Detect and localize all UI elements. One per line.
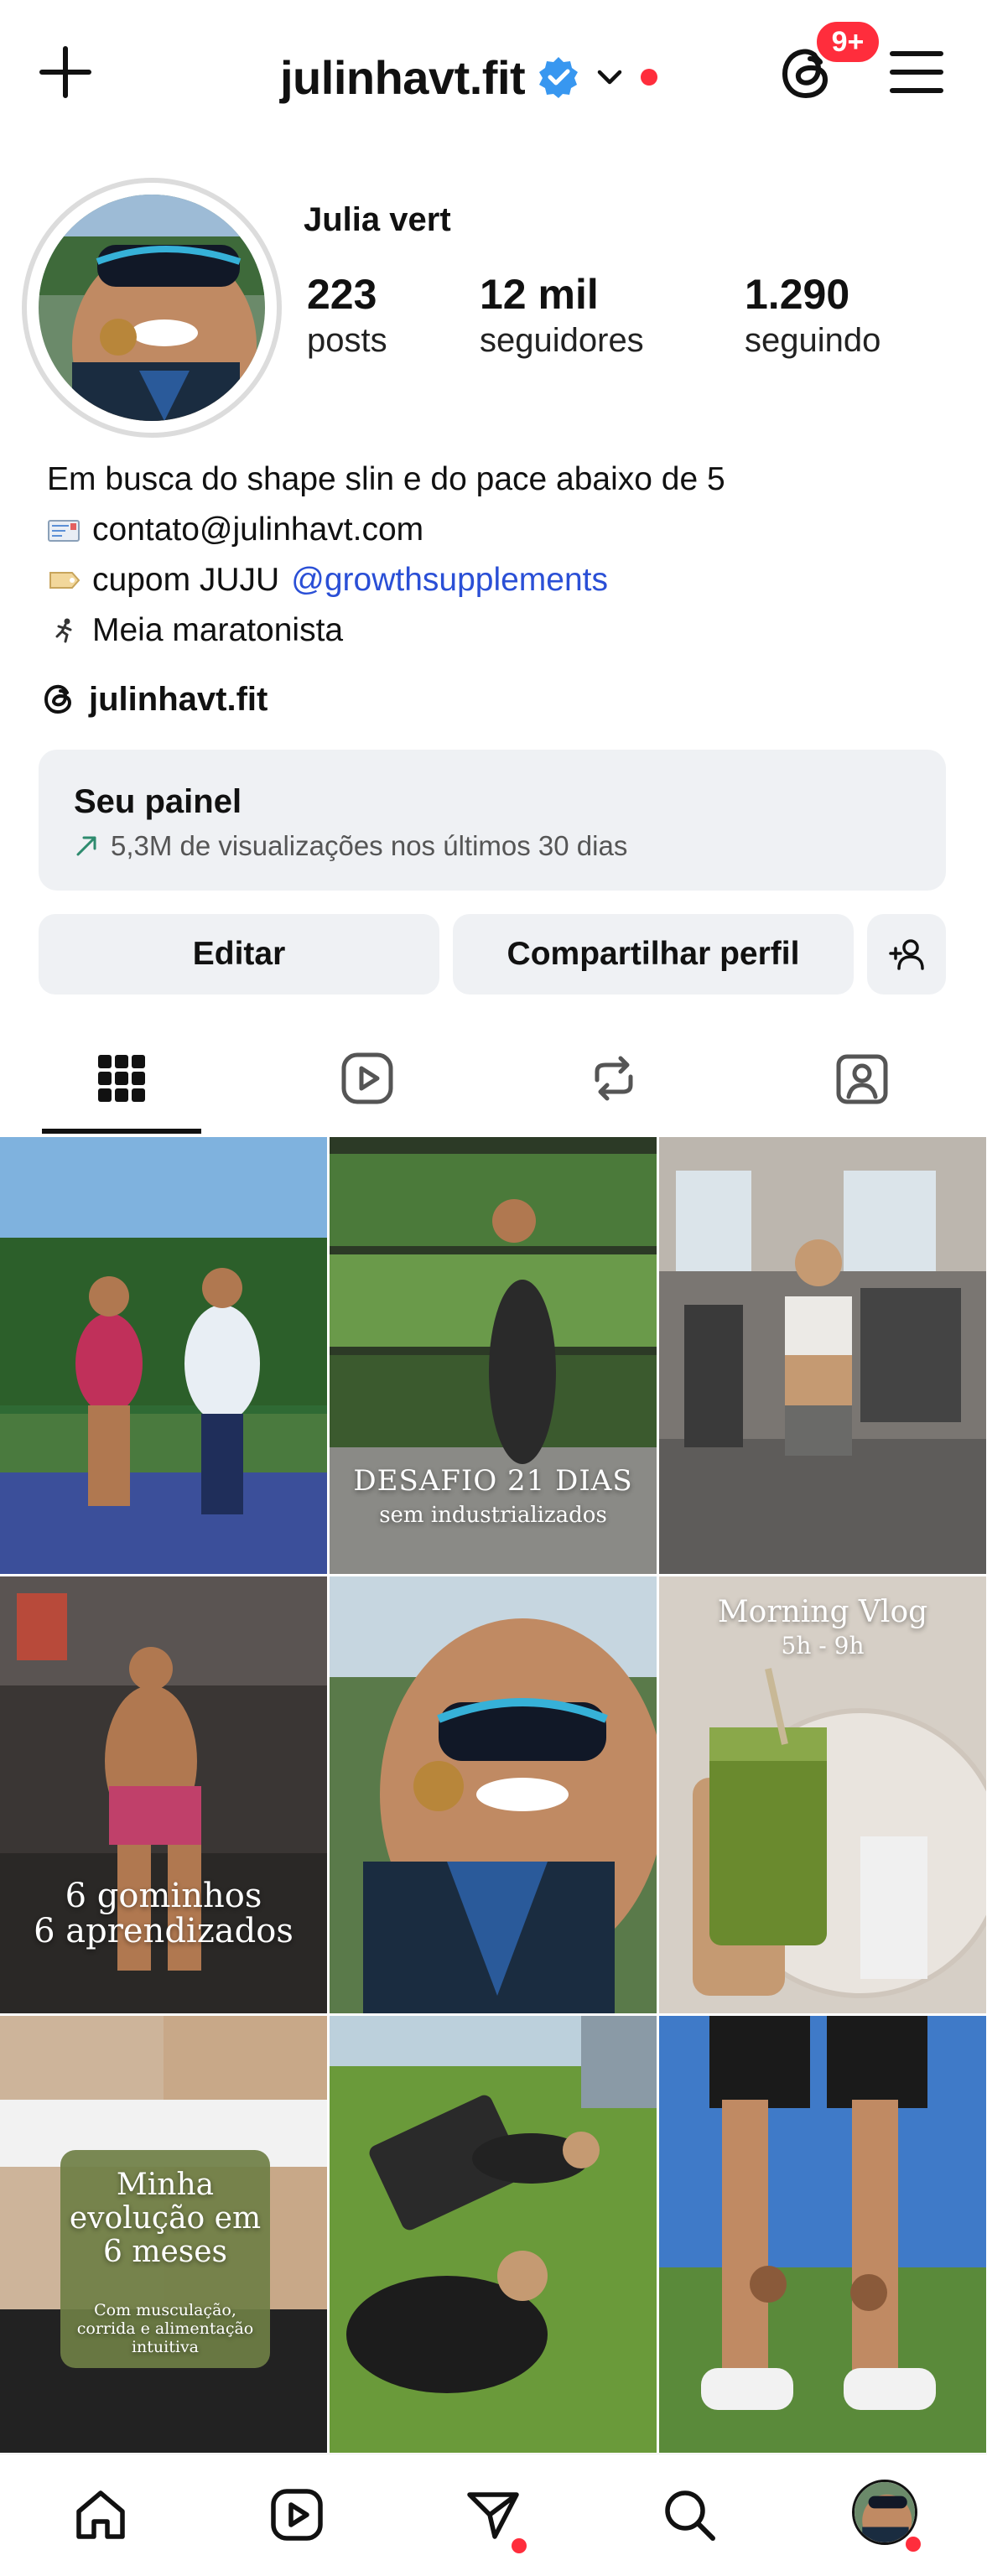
post-overlay-title: Morning Vlog <box>717 1595 928 1629</box>
post-thumbnail[interactable]: Morning Vlog 5h - 9h <box>659 1576 986 2013</box>
post-image <box>0 1137 327 1574</box>
post-image <box>330 1576 657 2013</box>
unread-dot <box>641 69 658 86</box>
post-thumbnail[interactable] <box>330 2016 657 2453</box>
post-overlay-subtitle: 6 aprendizados <box>34 1912 294 1950</box>
menu-hamburger-icon[interactable] <box>889 47 944 97</box>
post-thumbnail[interactable] <box>659 2016 986 2453</box>
bottom-navigation <box>0 2454 987 2576</box>
bio-email[interactable]: contato@julinhavt.com <box>92 505 423 555</box>
profile-tabs <box>0 1021 987 1135</box>
post-thumbnail[interactable] <box>659 1137 986 1574</box>
stat-posts-label: posts <box>307 322 387 359</box>
search-icon[interactable] <box>659 2485 719 2545</box>
bio-line: contato@julinhavt.com <box>47 505 725 555</box>
bio-line: cupom JUJU @growthsupplements <box>47 555 725 605</box>
stat-following-value: 1.290 <box>745 271 850 318</box>
verified-badge-icon <box>539 57 579 98</box>
envelope-icon <box>48 520 80 542</box>
post-overlay-title: DESAFIO 21 DIAS <box>353 1464 633 1498</box>
bio-mention-link[interactable]: @growthsupplements <box>291 555 608 605</box>
post-image <box>659 2016 986 2453</box>
active-tab-indicator <box>42 1129 201 1134</box>
username-title: julinhavt.fit <box>280 50 526 104</box>
post-thumbnail[interactable] <box>330 1576 657 2013</box>
tagged-icon <box>836 1054 888 1104</box>
threads-handle: julinhavt.fit <box>89 680 268 718</box>
messages-unread-dot <box>512 2538 527 2553</box>
professional-dashboard[interactable]: Seu painel 5,3M de visualizações nos últ… <box>39 750 946 891</box>
reels-icon[interactable] <box>267 2485 327 2545</box>
notification-badge: 9+ <box>813 18 882 65</box>
stat-following[interactable]: 1.290 seguindo <box>745 270 881 360</box>
post-image <box>330 2016 657 2453</box>
threads-icon <box>44 684 72 714</box>
post-image <box>659 1137 986 1574</box>
stat-posts[interactable]: 223 posts <box>307 270 387 360</box>
posts-grid: DESAFIO 21 DIAS sem industrializados 6 g… <box>0 1137 987 2454</box>
runner-icon <box>55 618 72 643</box>
profile-avatar[interactable] <box>39 195 265 421</box>
bio-text: Em busca do shape slin e do pace abaixo … <box>47 461 725 497</box>
post-overlay-subtitle: 5h - 9h <box>781 1632 865 1659</box>
chevron-down-icon[interactable] <box>595 63 624 91</box>
reposts-icon <box>595 1056 633 1101</box>
stat-followers[interactable]: 12 mil seguidores <box>480 270 644 360</box>
edit-profile-button[interactable]: Editar <box>39 914 439 995</box>
post-overlay-title: 6 gominhos <box>65 1877 262 1915</box>
dashboard-subtitle-row: 5,3M de visualizações nos últimos 30 dia… <box>74 830 627 862</box>
stat-posts-value: 223 <box>307 271 377 318</box>
trend-up-arrow-icon <box>76 836 96 856</box>
display-name: Julia vert <box>304 201 451 238</box>
reels-icon <box>341 1052 393 1104</box>
account-switcher[interactable]: julinhavt.fit <box>280 44 658 111</box>
direct-messages-icon[interactable] <box>463 2485 523 2545</box>
post-overlay-subtitle: Com musculação, corrida e alimentação in… <box>76 2301 254 2356</box>
bio-line: Meia maratonista <box>47 605 725 656</box>
create-plus-icon[interactable] <box>37 44 94 101</box>
grid-icon <box>98 1055 145 1102</box>
stat-followers-label: seguidores <box>480 322 644 359</box>
post-thumbnail[interactable]: DESAFIO 21 DIAS sem industrializados <box>330 1137 657 1574</box>
post-thumbnail[interactable] <box>0 1137 327 1574</box>
bio-text: Meia maratonista <box>92 612 344 648</box>
discover-people-button[interactable] <box>867 914 946 995</box>
stat-followers-value: 12 mil <box>480 271 599 318</box>
stat-following-label: seguindo <box>745 322 881 359</box>
post-thumbnail[interactable]: Minha evolução em 6 meses Com musculação… <box>0 2016 327 2453</box>
home-icon[interactable] <box>70 2485 131 2545</box>
label-tag-icon <box>49 572 81 589</box>
tab-reels[interactable] <box>285 1021 449 1135</box>
post-thumbnail[interactable]: 6 gominhos 6 aprendizados <box>0 1576 327 2013</box>
dashboard-title: Seu painel <box>74 783 242 820</box>
profile-unread-dot <box>906 2537 921 2552</box>
tab-posts-grid[interactable] <box>39 1021 204 1135</box>
share-profile-button[interactable]: Compartilhar perfil <box>453 914 854 995</box>
top-bar: julinhavt.fit 9+ <box>0 0 987 151</box>
post-overlay-subtitle: sem industrializados <box>379 1503 607 1528</box>
add-person-icon <box>889 939 924 970</box>
bio-coupon: cupom JUJU <box>92 562 280 598</box>
profile-avatar[interactable] <box>852 2480 917 2545</box>
tab-reposts[interactable] <box>532 1021 696 1135</box>
bio: Em busca do shape slin e do pace abaixo … <box>47 454 725 656</box>
tab-tagged[interactable] <box>780 1021 944 1135</box>
threads-profile-link[interactable]: julinhavt.fit <box>40 676 268 723</box>
dashboard-subtitle: 5,3M de visualizações nos últimos 30 dia… <box>111 830 628 861</box>
post-overlay-title: Minha evolução em 6 meses <box>69 2168 262 2269</box>
bio-line: Em busca do shape slin e do pace abaixo … <box>47 454 725 505</box>
